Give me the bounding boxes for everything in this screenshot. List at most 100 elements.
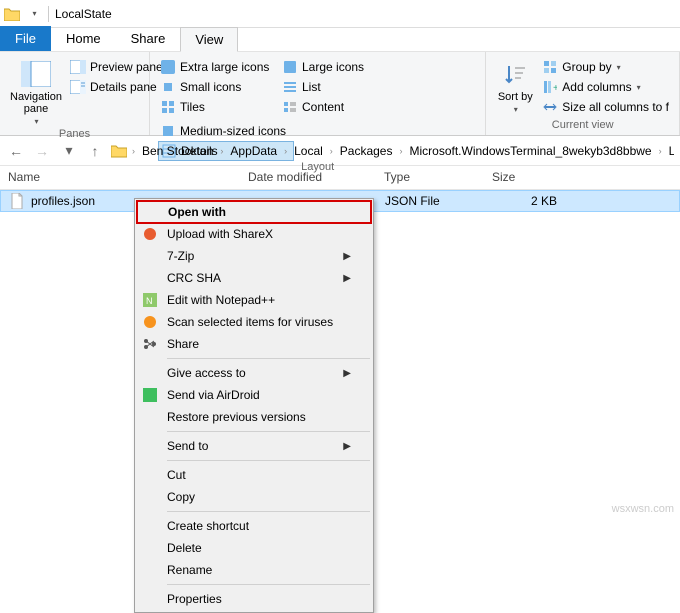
ctx-crc-sha[interactable]: CRC SHA ▶ (137, 267, 371, 289)
ctx-open-with[interactable]: Open with (136, 200, 372, 224)
breadcrumb-item[interactable]: Microsoft.WindowsTerminal_8wekyb3d8bbwe (407, 142, 653, 160)
column-headers: Name Date modified Type Size (0, 166, 680, 190)
layout-large[interactable]: Large icons (280, 57, 380, 77)
separator (167, 358, 370, 359)
chevron-right-icon[interactable]: › (129, 146, 138, 156)
folder-icon (111, 143, 127, 159)
separator (167, 460, 370, 461)
blank-icon (141, 247, 159, 265)
ctx-send-airdroid[interactable]: Send via AirDroid (137, 384, 371, 406)
add-columns-button[interactable]: +Add columns▾ (540, 77, 671, 97)
ctx-send-to[interactable]: Send to ▶ (137, 435, 371, 457)
content-icon (282, 99, 298, 115)
add-columns-icon: + (542, 79, 558, 95)
col-type[interactable]: Type (376, 166, 484, 189)
qat-dropdown-icon[interactable]: ▾ (26, 6, 42, 22)
tab-home[interactable]: Home (51, 26, 116, 51)
chevron-right-icon[interactable]: › (656, 146, 665, 156)
up-button[interactable]: ↑ (85, 141, 105, 161)
blank-icon (141, 539, 159, 557)
tab-share[interactable]: Share (116, 26, 181, 51)
ctx-give-access[interactable]: Give access to ▶ (137, 362, 371, 384)
medium-icons-icon (160, 123, 176, 139)
ctx-7zip[interactable]: 7-Zip ▶ (137, 245, 371, 267)
ctx-share[interactable]: Share (137, 333, 371, 355)
share-icon (141, 335, 159, 353)
layout-list[interactable]: List (280, 77, 380, 97)
ctx-cut[interactable]: Cut (137, 464, 371, 486)
col-name[interactable]: Name (0, 166, 240, 189)
breadcrumb-item[interactable]: Ben Stockton (140, 142, 215, 160)
chevron-down-icon: ▾ (637, 83, 641, 92)
back-button[interactable]: ← (6, 141, 26, 161)
navigation-pane-button[interactable]: Navigation pane ▾ (8, 57, 64, 128)
tab-view[interactable]: View (180, 27, 238, 52)
ctx-rename[interactable]: Rename (137, 559, 371, 581)
submenu-arrow-icon: ▶ (343, 441, 351, 452)
blank-icon (142, 203, 160, 221)
large-icons-icon (282, 59, 298, 75)
layout-content[interactable]: Content (280, 97, 380, 117)
small-icons-icon (160, 79, 176, 95)
sort-icon (499, 59, 531, 89)
chevron-right-icon[interactable]: › (396, 146, 405, 156)
ctx-properties[interactable]: Properties (137, 588, 371, 610)
chevron-down-icon: ▾ (514, 105, 518, 114)
blank-icon (141, 561, 159, 579)
blank-icon (141, 488, 159, 506)
breadcrumb-item[interactable]: Local (292, 142, 325, 160)
blank-icon (141, 437, 159, 455)
ctx-upload-sharex[interactable]: Upload with ShareX (137, 223, 371, 245)
blank-icon (141, 466, 159, 484)
col-size[interactable]: Size (484, 166, 564, 189)
layout-small[interactable]: Small icons (158, 77, 276, 97)
separator (48, 6, 49, 22)
sort-by-label: Sort by (498, 91, 533, 103)
sharex-icon (141, 225, 159, 243)
tab-file[interactable]: File (0, 26, 51, 51)
blank-icon (141, 517, 159, 535)
layout-extra-large[interactable]: Extra large icons (158, 57, 276, 77)
blank-icon (141, 364, 159, 382)
navigation-pane-icon (20, 59, 52, 89)
ctx-copy[interactable]: Copy (137, 486, 371, 508)
extra-large-icons-icon (160, 59, 176, 75)
file-size: 2 KB (485, 192, 565, 210)
ribbon-group-layout: Extra large icons Small icons Tiles Larg… (150, 52, 486, 135)
details-pane-label: Details pane (90, 80, 157, 94)
file-icon (9, 193, 25, 209)
chevron-right-icon[interactable]: › (217, 146, 226, 156)
chevron-right-icon[interactable]: › (327, 146, 336, 156)
forward-button[interactable]: → (32, 141, 52, 161)
tiles-icon (160, 99, 176, 115)
size-columns-button[interactable]: Size all columns to f (540, 97, 671, 117)
chevron-right-icon[interactable]: › (281, 146, 290, 156)
chevron-down-icon: ▾ (34, 117, 38, 126)
ctx-restore-previous[interactable]: Restore previous versions (137, 406, 371, 428)
ribbon-group-panes: Navigation pane ▾ Preview pane Details p… (0, 52, 150, 135)
submenu-arrow-icon: ▶ (343, 251, 351, 262)
ctx-create-shortcut[interactable]: Create shortcut (137, 515, 371, 537)
title-bar: ▾ LocalState (0, 0, 680, 28)
breadcrumb[interactable]: › Ben Stockton› AppData› Local› Packages… (111, 142, 674, 160)
breadcrumb-item[interactable]: Packages (338, 142, 395, 160)
ctx-edit-notepadpp[interactable]: N Edit with Notepad++ (137, 289, 371, 311)
svg-text:+: + (553, 83, 557, 94)
group-by-button[interactable]: Group by▾ (540, 57, 671, 77)
details-pane-icon (70, 79, 86, 95)
file-name: profiles.json (31, 194, 95, 208)
sort-by-button[interactable]: Sort by ▾ (494, 57, 536, 119)
blank-icon (141, 590, 159, 608)
ribbon: Navigation pane ▾ Preview pane Details p… (0, 52, 680, 136)
layout-medium[interactable]: Medium-sized icons (158, 121, 294, 141)
col-date[interactable]: Date modified (240, 166, 376, 189)
preview-pane-icon (70, 59, 86, 75)
breadcrumb-item[interactable]: LocalState (667, 142, 674, 160)
ctx-delete[interactable]: Delete (137, 537, 371, 559)
chevron-down-icon: ▾ (617, 63, 621, 72)
ctx-scan-viruses[interactable]: Scan selected items for viruses (137, 311, 371, 333)
history-dropdown[interactable]: ▾ (59, 141, 79, 161)
layout-tiles[interactable]: Tiles (158, 97, 276, 117)
breadcrumb-item[interactable]: AppData (228, 142, 279, 160)
context-menu: Open with Upload with ShareX 7-Zip ▶ CRC… (134, 198, 374, 613)
